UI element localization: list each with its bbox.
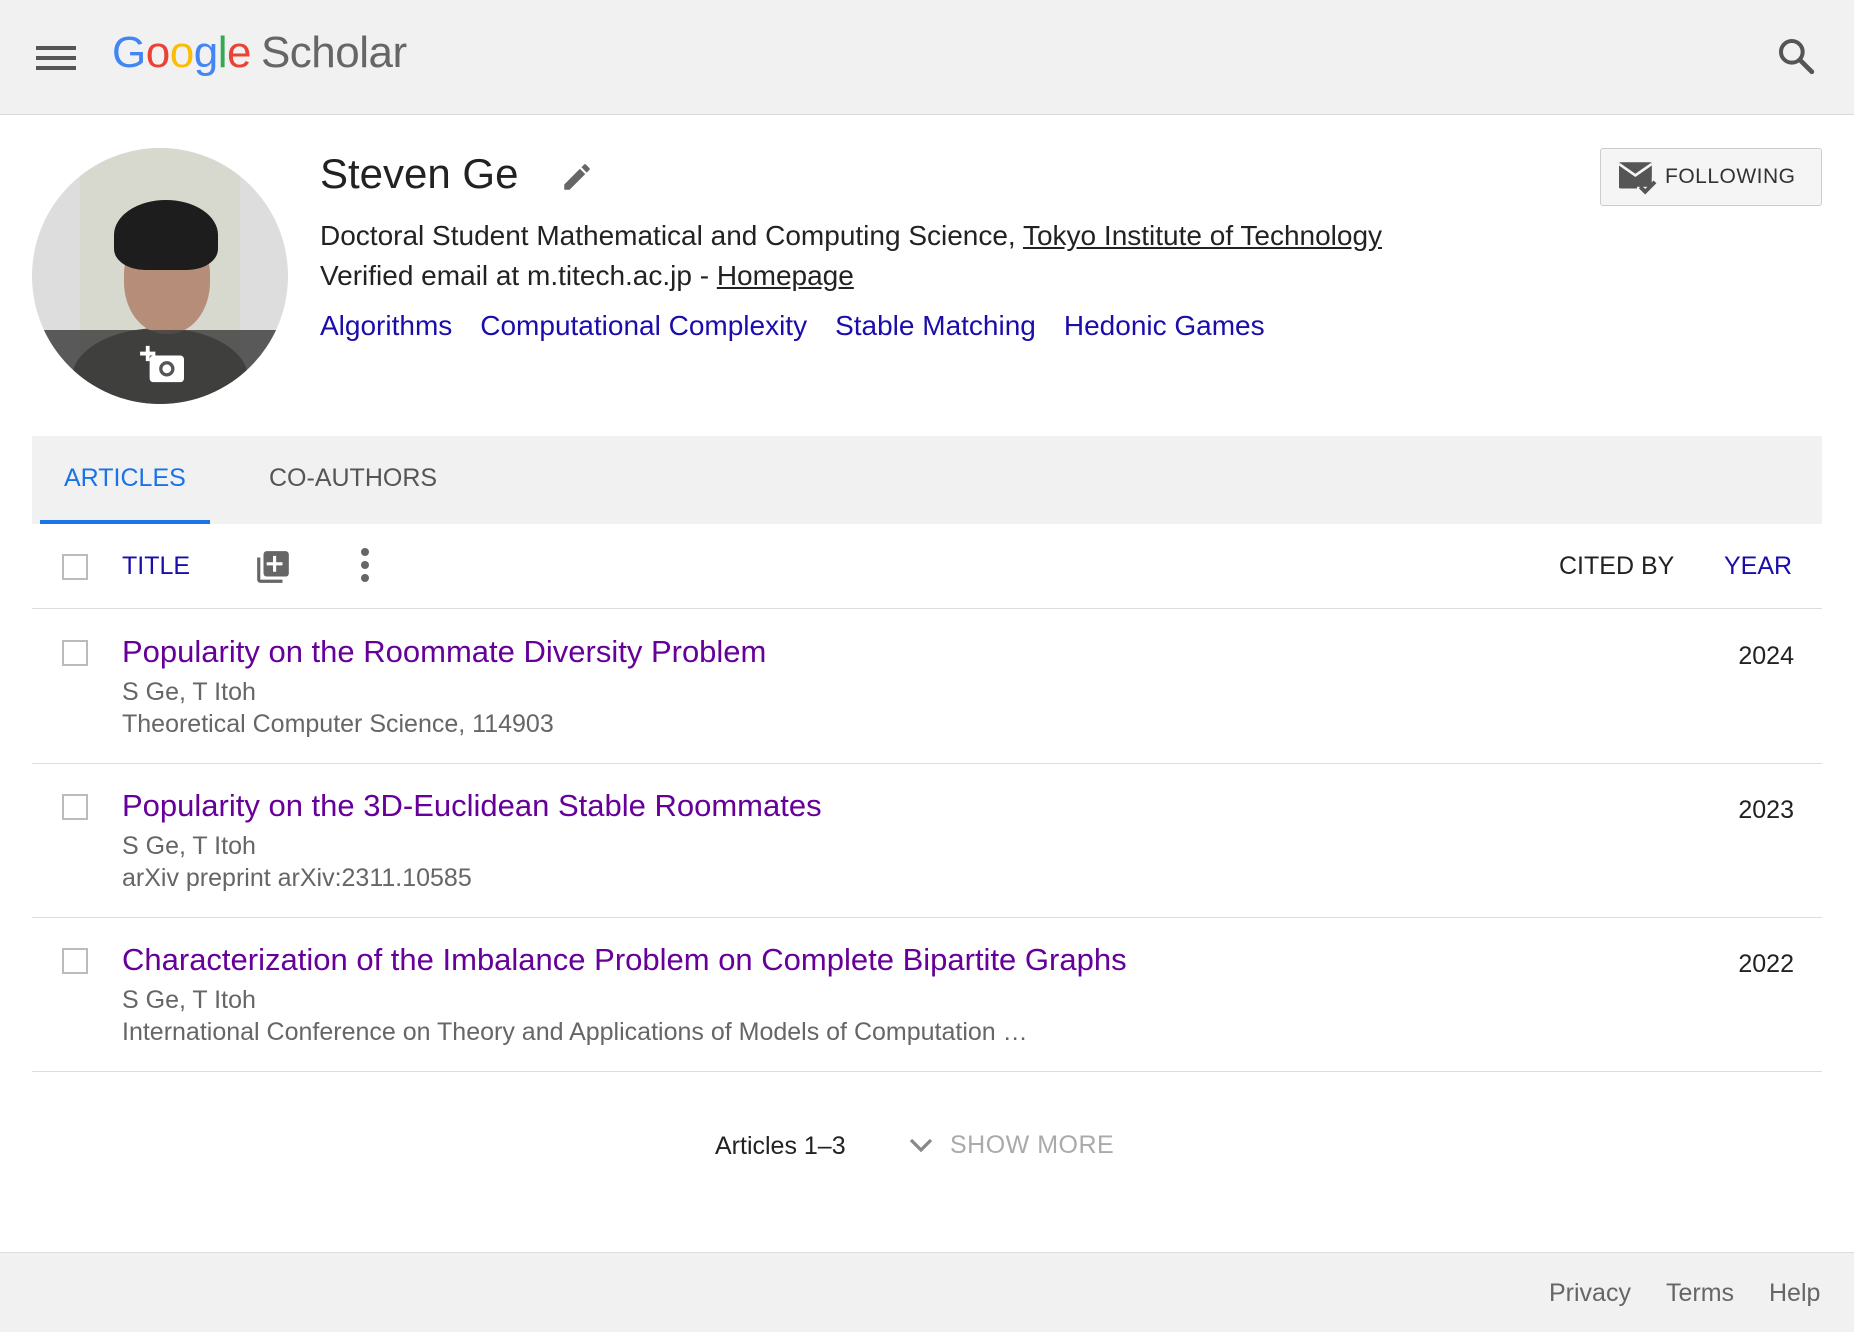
terms-link[interactable]: Terms [1666,1279,1734,1308]
tab-co-authors[interactable]: CO-AUTHORS [245,436,461,524]
google-scholar-logo[interactable]: Google Scholar [112,28,407,78]
article-authors: S Ge, T Itoh [122,678,256,706]
menu-icon[interactable] [36,46,76,70]
institution-link[interactable]: Tokyo Institute of Technology [1023,220,1382,251]
articles-header: TITLE CITED BY YEAR [32,524,1822,609]
interest-link[interactable]: Stable Matching [835,310,1036,341]
article-venue: International Conference on Theory and A… [122,1018,1028,1046]
interest-link[interactable]: Hedonic Games [1064,310,1265,341]
tab-articles[interactable]: ARTICLES [40,436,210,524]
show-more-button[interactable]: SHOW MORE [906,1126,1114,1164]
profile-name: Steven Ge [320,150,519,197]
mail-check-icon [1618,162,1657,195]
article-year: 2024 [1738,642,1794,670]
homepage-link[interactable]: Homepage [717,260,854,291]
chevron-down-icon [909,1138,933,1153]
article-checkbox[interactable] [62,640,88,666]
article-title[interactable]: Popularity on the Roommate Diversity Pro… [122,634,766,670]
research-interests: Algorithms Computational Complexity Stable… [320,310,1293,342]
interest-link[interactable]: Algorithms [320,310,452,341]
email-text: Verified email at m.titech.ac.jp - [320,260,717,291]
profile-affiliation: Doctoral Student Mathematical and Comput… [320,220,1382,252]
help-link[interactable]: Help [1769,1279,1820,1308]
more-options-icon[interactable] [358,548,372,586]
article-checkbox[interactable] [62,794,88,820]
add-articles-icon[interactable] [254,548,292,586]
footer: Privacy Terms Help [0,1252,1854,1332]
profile-email: Verified email at m.titech.ac.jp - Homep… [320,260,854,292]
article-title[interactable]: Popularity on the 3D-Euclidean Stable Ro… [122,788,822,824]
interest-link[interactable]: Computational Complexity [480,310,807,341]
article-authors: S Ge, T Itoh [122,986,256,1014]
following-button[interactable]: FOLLOWING [1600,148,1822,206]
profile-tabs: ARTICLES CO-AUTHORS [32,436,1822,524]
top-bar: Google Scholar [0,0,1854,115]
article-venue: Theoretical Computer Science, 114903 [122,710,554,738]
article-checkbox[interactable] [62,948,88,974]
following-label: FOLLOWING [1665,165,1796,188]
article-row: Characterization of the Imbalance Proble… [32,918,1822,1072]
article-year: 2022 [1738,950,1794,978]
article-authors: S Ge, T Itoh [122,832,256,860]
sort-by-title[interactable]: TITLE [122,552,190,581]
sort-by-year[interactable]: YEAR [1724,552,1792,581]
add-photo-icon[interactable] [140,344,186,386]
article-year: 2023 [1738,796,1794,824]
article-title[interactable]: Characterization of the Imbalance Proble… [122,942,1127,978]
affiliation-text: Doctoral Student Mathematical and Comput… [320,220,1023,251]
article-venue: arXiv preprint arXiv:2311.10585 [122,864,472,892]
logo-scholar-text: Scholar [260,28,407,77]
article-row: Popularity on the Roommate Diversity Pro… [32,610,1822,764]
show-more-label: SHOW MORE [950,1130,1115,1159]
articles-count: Articles 1–3 [715,1132,846,1160]
profile-photo[interactable] [32,148,288,404]
search-icon[interactable] [1776,36,1816,76]
privacy-link[interactable]: Privacy [1549,1279,1631,1308]
article-row: Popularity on the 3D-Euclidean Stable Ro… [32,764,1822,918]
sort-by-cited[interactable]: CITED BY [1559,552,1674,581]
edit-pencil-icon[interactable] [560,160,594,194]
select-all-checkbox[interactable] [62,554,88,580]
